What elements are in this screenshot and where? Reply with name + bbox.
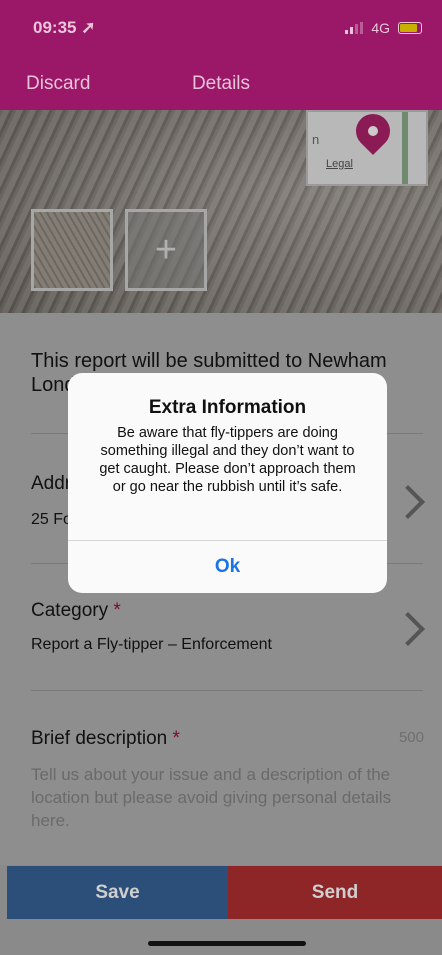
map-thumbnail[interactable]: n Legal: [306, 110, 428, 186]
required-marker: *: [113, 600, 121, 621]
signal-icon: [345, 22, 364, 34]
ok-button[interactable]: Ok: [68, 541, 387, 593]
category-value[interactable]: Report a Fly-tipper – Enforcement: [31, 636, 272, 654]
status-indicators: 4G: [345, 20, 422, 36]
add-photo-button[interactable]: +: [125, 209, 207, 291]
category-label-text: Category: [31, 600, 109, 621]
description-input[interactable]: Tell us about your issue and a descripti…: [31, 763, 423, 832]
home-indicator: [148, 941, 306, 946]
character-counter: 500: [398, 729, 424, 746]
plus-icon: +: [154, 229, 178, 271]
save-button[interactable]: Save: [7, 866, 228, 919]
map-road: [402, 112, 408, 184]
map-label: n: [312, 132, 320, 147]
chevron-right-icon[interactable]: [391, 612, 425, 646]
category-label[interactable]: Category *: [31, 600, 121, 622]
bottom-strip: [0, 919, 442, 955]
status-bar: 09:35 ➚ 4G: [0, 0, 442, 55]
required-marker: *: [172, 728, 180, 749]
battery-icon: [398, 22, 422, 34]
alert-title: Extra Information: [148, 397, 307, 418]
address-value: 25 Fo: [31, 511, 72, 528]
divider: [31, 690, 423, 691]
photo-thumbnail[interactable]: [31, 209, 113, 291]
header-bar: Discard Details: [0, 55, 442, 110]
map-legal-link[interactable]: Legal: [326, 158, 353, 170]
network-label: 4G: [371, 20, 390, 36]
description-label-text: Brief description: [31, 728, 168, 749]
map-pin-icon: [348, 112, 398, 156]
send-button[interactable]: Send: [228, 866, 442, 919]
status-time: 09:35 ➚: [33, 18, 96, 37]
page-title: Details: [191, 73, 251, 94]
alert-message: Be aware that fly-tippers are doing some…: [99, 425, 356, 495]
alert-dialog: Extra Information Be aware that fly-tipp…: [68, 373, 387, 593]
chevron-right-icon[interactable]: [391, 485, 425, 519]
description-label: Brief description *: [31, 728, 180, 750]
